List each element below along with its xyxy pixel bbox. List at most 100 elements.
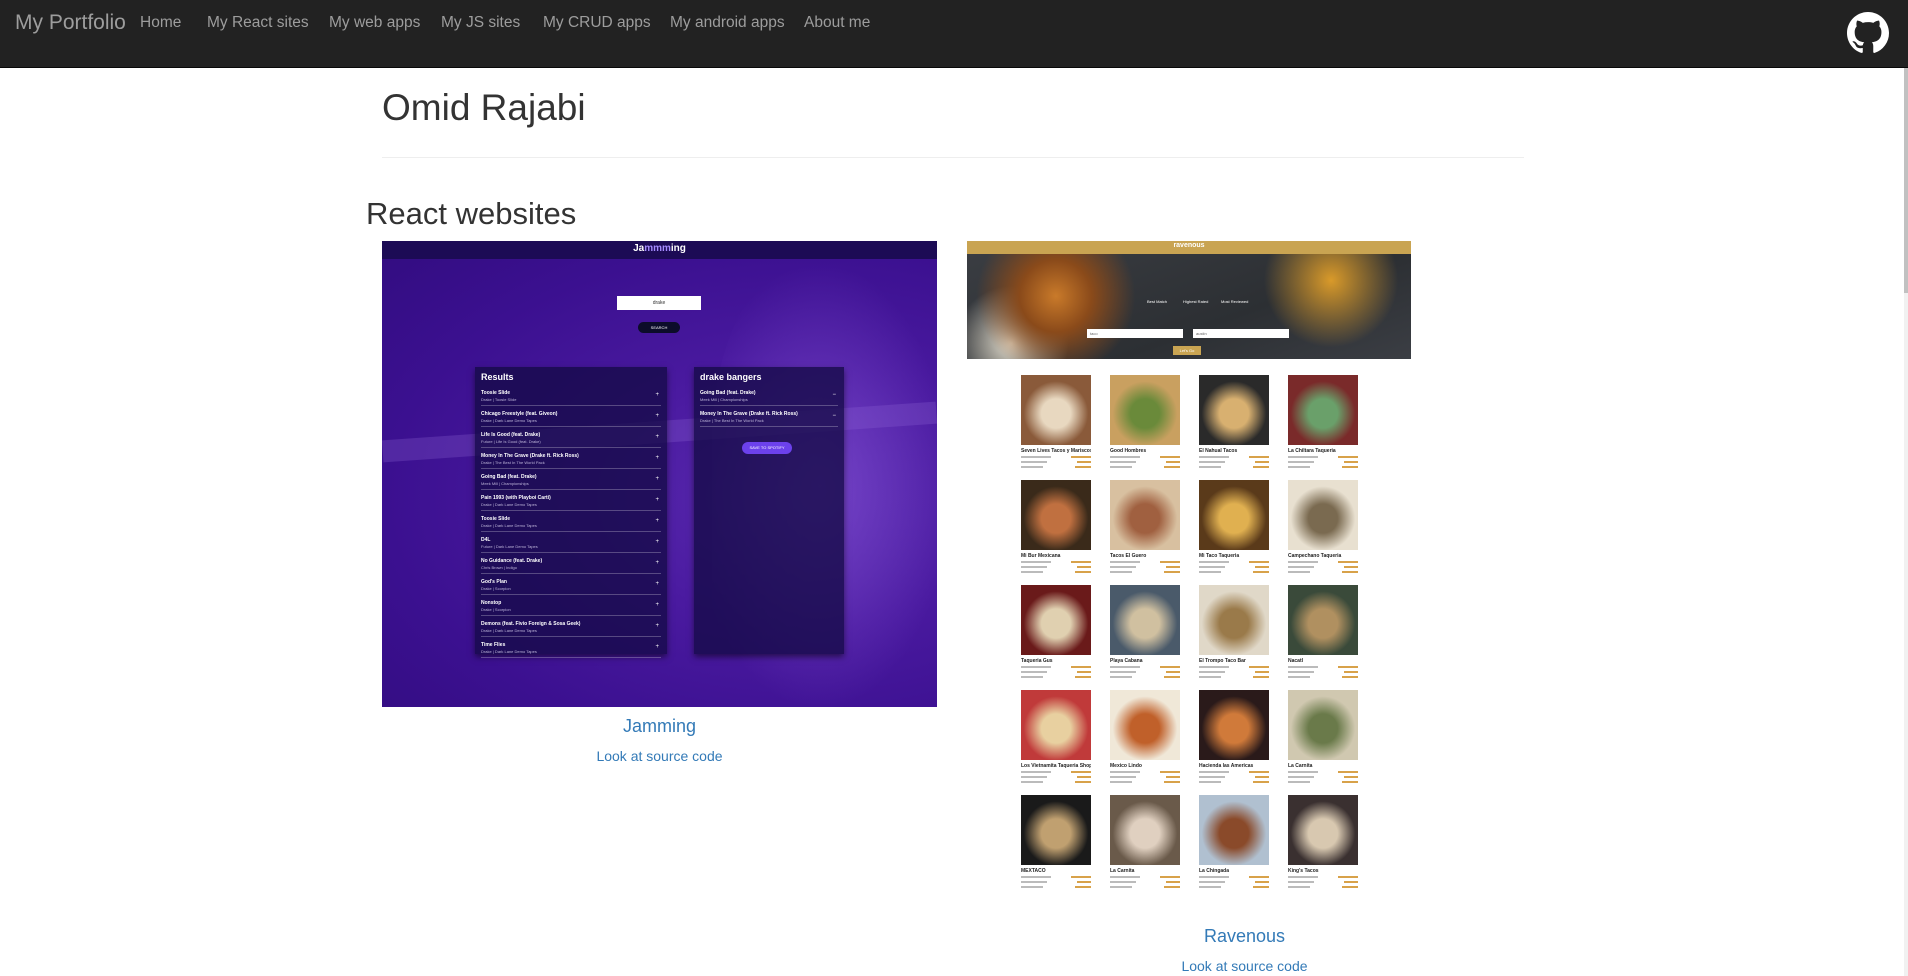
track-album: Future | Life Is Good (feat. Drake): [481, 439, 541, 444]
business-photo: [1288, 480, 1358, 550]
jamming-search-button: SEARCH: [638, 322, 680, 333]
business-name: MEXTACO: [1021, 868, 1046, 874]
business-name: Seven Lives Tacos y Mariscos: [1021, 448, 1091, 454]
lets-go-button: Let's Go: [1173, 346, 1201, 355]
business-photo: [1110, 375, 1180, 445]
ravenous-logo: ravenous: [1173, 242, 1205, 249]
business-name: Playa Cabana: [1110, 658, 1143, 664]
section-title: React websites: [366, 196, 577, 231]
track-name: Toosie Slide: [481, 390, 511, 396]
plus-icon: +: [655, 623, 659, 629]
result-track: Time Flies Drake | Dark Lane Demo Tapes +: [481, 641, 661, 658]
github-icon[interactable]: [1847, 12, 1889, 54]
playlist-panel: drake bangers Going Bad (feat. Drake) Mee…: [694, 367, 844, 654]
result-track: No Guidance (feat. Drake) Chris Brown | I…: [481, 557, 661, 574]
track-name: No Guidance (feat. Drake): [481, 558, 543, 564]
track-name: Nonstop: [481, 600, 502, 606]
business-name: Taqueria Gus: [1021, 658, 1053, 664]
term-input: taco: [1087, 329, 1183, 338]
business-card: Mexico Lindo: [1110, 690, 1180, 794]
business-card: Nacatl: [1288, 585, 1358, 689]
save-to-spotify-button: SAVE TO SPOTIFY: [742, 442, 792, 454]
playlist-track: Going Bad (feat. Drake) Meek Mill | Champ…: [700, 389, 838, 406]
track-album: Drake | Scorpion: [481, 586, 511, 591]
plus-icon: +: [655, 434, 659, 440]
business-name: Mexico Lindo: [1110, 763, 1142, 769]
top-navbar: My Portfolio Home My React sites My web …: [0, 0, 1908, 68]
scroll-thumb[interactable]: [1904, 68, 1908, 293]
business-name: La Carnita: [1288, 763, 1313, 769]
business-name: King's Tacos: [1288, 868, 1319, 874]
result-track: Nonstop Drake | Scorpion +: [481, 599, 661, 616]
project-title-jamming[interactable]: Jamming: [382, 716, 937, 736]
plus-icon: +: [655, 644, 659, 650]
track-album: Drake | Toosie Slide: [481, 397, 517, 402]
ravenous-screenshot: ravenous Best Match Highest Rated Most R…: [967, 241, 1411, 896]
source-link-jamming[interactable]: Look at source code: [382, 748, 937, 764]
plus-icon: +: [655, 518, 659, 524]
business-photo: [1288, 795, 1358, 865]
business-card: MEXTACO: [1021, 795, 1091, 896]
business-card: Playa Cabana: [1110, 585, 1180, 689]
business-photo: [1199, 690, 1269, 760]
track-name: Life Is Good (feat. Drake): [481, 432, 541, 438]
track-album: Drake | The Best In The World Pack: [481, 460, 545, 465]
track-name: D4L: [481, 537, 491, 543]
plus-icon: +: [655, 581, 659, 587]
business-photo: [1288, 585, 1358, 655]
result-track: God's Plan Drake | Scorpion +: [481, 578, 661, 595]
business-photo: [1199, 375, 1269, 445]
business-card: Campechano Taqueria: [1288, 480, 1358, 584]
nav-react-sites[interactable]: My React sites: [207, 15, 309, 31]
business-photo: [1021, 585, 1091, 655]
track-album: Drake | Dark Lane Demo Tapes: [481, 418, 537, 423]
business-card: Hacienda las Americas: [1199, 690, 1269, 794]
business-name: Mi Taco Taqueria: [1199, 553, 1240, 559]
business-photo: [1199, 585, 1269, 655]
track-album: Drake | Dark Lane Demo Tapes: [481, 649, 537, 654]
jamming-search-input: drake: [617, 296, 701, 310]
plus-icon: +: [655, 602, 659, 608]
business-photo: [1199, 795, 1269, 865]
nav-crud-apps[interactable]: My CRUD apps: [543, 15, 651, 31]
business-card: Seven Lives Tacos y Mariscos: [1021, 375, 1091, 479]
track-name: Money In The Grave (Drake ft. Rick Ross): [700, 411, 798, 417]
business-name: El Trompo Taco Bar: [1199, 658, 1246, 664]
result-track: Toosie Slide Drake | Toosie Slide +: [481, 389, 661, 406]
business-photo: [1021, 375, 1091, 445]
business-card: El Trompo Taco Bar: [1199, 585, 1269, 689]
minus-icon: −: [832, 413, 836, 419]
business-name: Mi Bur Mexicana: [1021, 553, 1061, 559]
minus-icon: −: [832, 392, 836, 398]
business-photo: [1110, 585, 1180, 655]
business-photo: [1021, 690, 1091, 760]
result-track: D4L Future | Dark Lane Demo Tapes +: [481, 536, 661, 553]
result-track: Toosie Slide Drake | Dark Lane Demo Tapes…: [481, 515, 661, 532]
track-name: Toosie Slide: [481, 516, 511, 522]
result-track: Life Is Good (feat. Drake) Future | Life …: [481, 431, 661, 448]
track-album: Drake | Dark Lane Demo Tapes: [481, 628, 537, 633]
sort-best-match: Best Match: [1147, 299, 1168, 304]
result-track: Pain 1993 (with Playboi Carti) Drake | Da…: [481, 494, 661, 511]
business-name: La Carnita: [1110, 868, 1135, 874]
results-title: Results: [481, 372, 514, 382]
business-name: La Chingada: [1199, 868, 1230, 874]
nav-android-apps[interactable]: My android apps: [670, 15, 785, 31]
nav-web-apps[interactable]: My web apps: [329, 15, 420, 31]
page-scrollbar[interactable]: [1904, 68, 1908, 976]
sort-highest-rated: Highest Rated: [1183, 299, 1209, 304]
business-photo: [1110, 690, 1180, 760]
track-album: Drake | Scorpion: [481, 607, 511, 612]
project-title-ravenous[interactable]: Ravenous: [967, 926, 1522, 946]
nav-home[interactable]: Home: [140, 15, 181, 31]
plus-icon: +: [655, 413, 659, 419]
track-album: Meek Mill | Championships: [700, 397, 748, 402]
playlist-track: Money In The Grave (Drake ft. Rick Ross)…: [700, 410, 838, 427]
business-name: Los Vietnamita Taqueria Shop: [1021, 763, 1091, 769]
source-link-ravenous[interactable]: Look at source code: [967, 958, 1522, 974]
location-input: austin: [1193, 329, 1289, 338]
brand-link[interactable]: My Portfolio: [15, 12, 126, 33]
results-panel: Results Toosie Slide Drake | Toosie Slide…: [475, 367, 667, 658]
nav-about-me[interactable]: About me: [804, 15, 870, 31]
nav-js-sites[interactable]: My JS sites: [441, 15, 520, 31]
